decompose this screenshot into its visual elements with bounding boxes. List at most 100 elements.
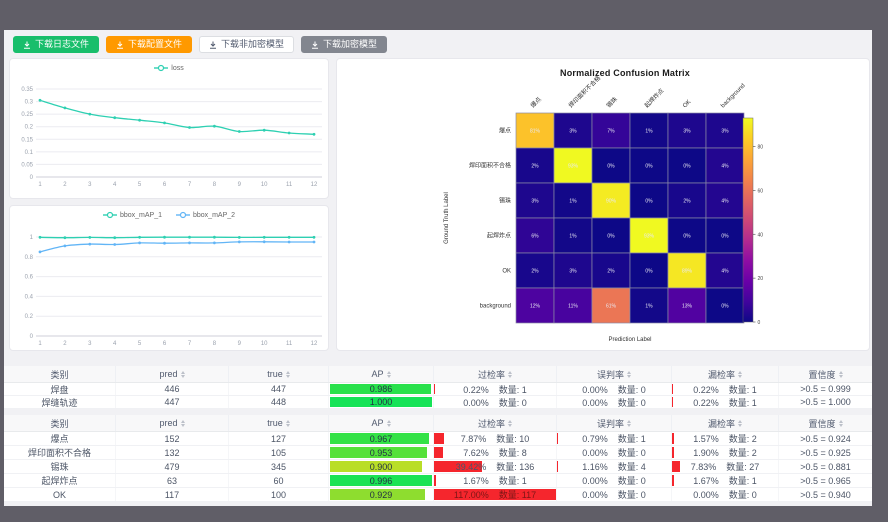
svg-text:93%: 93% — [644, 234, 655, 240]
svg-text:10: 10 — [261, 341, 268, 347]
sort-icon[interactable] — [286, 420, 290, 427]
sort-icon[interactable] — [181, 420, 185, 427]
pred-cell: 447 — [116, 396, 229, 408]
column-header-误判率[interactable]: 误判率 — [557, 366, 672, 382]
sort-icon[interactable] — [387, 420, 391, 427]
confidence-cell: >0.5 = 0.940 — [779, 488, 872, 501]
svg-text:9: 9 — [238, 182, 242, 188]
svg-text:1%: 1% — [645, 304, 653, 310]
rate-cell: 0.79% 数量: 1 — [557, 432, 672, 445]
download-log-file-button[interactable]: 下载日志文件 — [13, 36, 99, 53]
column-header-类别: 类别 — [4, 415, 116, 431]
label-cell: 焊盘 — [4, 383, 116, 395]
svg-text:0.05: 0.05 — [21, 162, 33, 168]
defects-summary-table: 类别predtrueAP过检率误判率漏检率置信度爆点1521270.9677.8… — [4, 415, 872, 502]
rate-text: 0.79% 数量: 1 — [582, 432, 646, 445]
column-header-label: AP — [371, 418, 383, 428]
sort-icon[interactable] — [839, 371, 843, 378]
svg-text:11%: 11% — [568, 304, 578, 310]
sort-icon[interactable] — [387, 371, 391, 378]
svg-text:5: 5 — [138, 182, 142, 188]
pred-cell: 479 — [116, 460, 229, 473]
ap-cell: 0.967 — [329, 432, 434, 445]
sort-icon[interactable] — [738, 420, 742, 427]
sort-icon[interactable] — [839, 420, 843, 427]
svg-text:11: 11 — [286, 341, 293, 347]
svg-text:0: 0 — [30, 175, 34, 181]
svg-text:1%: 1% — [569, 234, 577, 240]
svg-text:1%: 1% — [569, 199, 577, 205]
svg-text:0.25: 0.25 — [21, 112, 33, 118]
rate-bar — [672, 433, 674, 444]
legend-item-bbox_mAP_1[interactable]: bbox_mAP_1 — [103, 211, 162, 219]
sort-icon[interactable] — [508, 420, 512, 427]
ap-cell: 0.900 — [329, 460, 434, 473]
legend-item-bbox_mAP_2[interactable]: bbox_mAP_2 — [176, 211, 235, 219]
column-header-label: 过检率 — [478, 417, 505, 430]
column-header-AP[interactable]: AP — [329, 415, 434, 431]
column-header-置信度[interactable]: 置信度 — [779, 415, 872, 431]
svg-text:3%: 3% — [721, 129, 729, 135]
svg-text:89%: 89% — [682, 269, 693, 275]
svg-text:锡珠: 锡珠 — [499, 197, 511, 205]
confidence-cell: >0.5 = 0.924 — [779, 432, 872, 445]
sort-icon[interactable] — [627, 371, 631, 378]
rate-bar — [434, 447, 443, 458]
svg-text:0%: 0% — [607, 164, 615, 170]
table-row: 焊缝轨迹4474481.0000.00% 数量: 00.00% 数量: 00.2… — [4, 396, 872, 409]
svg-text:11: 11 — [286, 182, 293, 188]
column-header-true[interactable]: true — [229, 366, 329, 382]
column-header-AP[interactable]: AP — [329, 366, 434, 382]
legend-item-loss[interactable]: loss — [154, 64, 183, 72]
rate-cell: 1.16% 数量: 4 — [557, 460, 672, 473]
download-config-file-button[interactable]: 下载配置文件 — [106, 36, 192, 53]
column-header-漏检率[interactable]: 漏检率 — [672, 366, 779, 382]
rate-text: 0.00% 数量: 0 — [463, 396, 527, 408]
column-header-label: AP — [371, 369, 383, 379]
confidence-cell: >0.5 = 0.999 — [779, 383, 872, 395]
svg-text:4%: 4% — [721, 164, 729, 170]
rate-text: 0.00% 数量: 0 — [582, 446, 646, 459]
column-header-true[interactable]: true — [229, 415, 329, 431]
svg-text:2%: 2% — [531, 164, 539, 170]
column-header-pred[interactable]: pred — [116, 366, 229, 382]
svg-text:0: 0 — [758, 320, 761, 326]
column-header-pred[interactable]: pred — [116, 415, 229, 431]
legend-line-icon — [154, 64, 168, 72]
column-header-漏检率[interactable]: 漏检率 — [672, 415, 779, 431]
true-cell: 100 — [229, 488, 329, 501]
column-header-置信度[interactable]: 置信度 — [779, 366, 872, 382]
column-header-过检率[interactable]: 过检率 — [434, 415, 557, 431]
rate-text: 0.00% 数量: 0 — [582, 474, 646, 487]
sort-icon[interactable] — [286, 371, 290, 378]
label-cell: 锡珠 — [4, 460, 116, 473]
confidence-cell: >0.5 = 0.965 — [779, 474, 872, 487]
download-unencrypted-model-button[interactable]: 下载非加密模型 — [199, 36, 294, 53]
svg-text:0.15: 0.15 — [21, 137, 33, 143]
sort-icon[interactable] — [181, 371, 185, 378]
rate-cell: 0.00% 数量: 0 — [557, 383, 672, 395]
sort-icon[interactable] — [738, 371, 742, 378]
svg-text:焊印面积不合格: 焊印面积不合格 — [567, 74, 602, 109]
label-cell: 起焊炸点 — [4, 474, 116, 487]
rate-cell: 7.83% 数量: 27 — [672, 460, 779, 473]
svg-text:1%: 1% — [645, 129, 653, 135]
svg-text:0%: 0% — [645, 199, 653, 205]
svg-text:12%: 12% — [530, 304, 541, 310]
sort-icon[interactable] — [508, 371, 512, 378]
toolbar: 下载日志文件下载配置文件下载非加密模型下载加密模型 — [13, 36, 387, 53]
svg-text:锡珠: 锡珠 — [605, 95, 619, 109]
table-row: 起焊炸点63600.9961.67% 数量: 10.00% 数量: 01.67%… — [4, 474, 872, 488]
svg-text:0: 0 — [30, 334, 34, 340]
column-header-误判率[interactable]: 误判率 — [557, 415, 672, 431]
rate-bar — [434, 475, 436, 486]
svg-text:4%: 4% — [721, 199, 729, 205]
true-cell: 447 — [229, 383, 329, 395]
map-chart-legend: bbox_mAP_1 bbox_mAP_2 — [10, 211, 328, 219]
sort-icon[interactable] — [627, 420, 631, 427]
download-icon — [311, 41, 319, 49]
download-encrypted-model-button[interactable]: 下载加密模型 — [301, 36, 387, 53]
column-header-过检率[interactable]: 过检率 — [434, 366, 557, 382]
legend-label: bbox_mAP_2 — [193, 212, 235, 219]
pred-cell: 132 — [116, 446, 229, 459]
